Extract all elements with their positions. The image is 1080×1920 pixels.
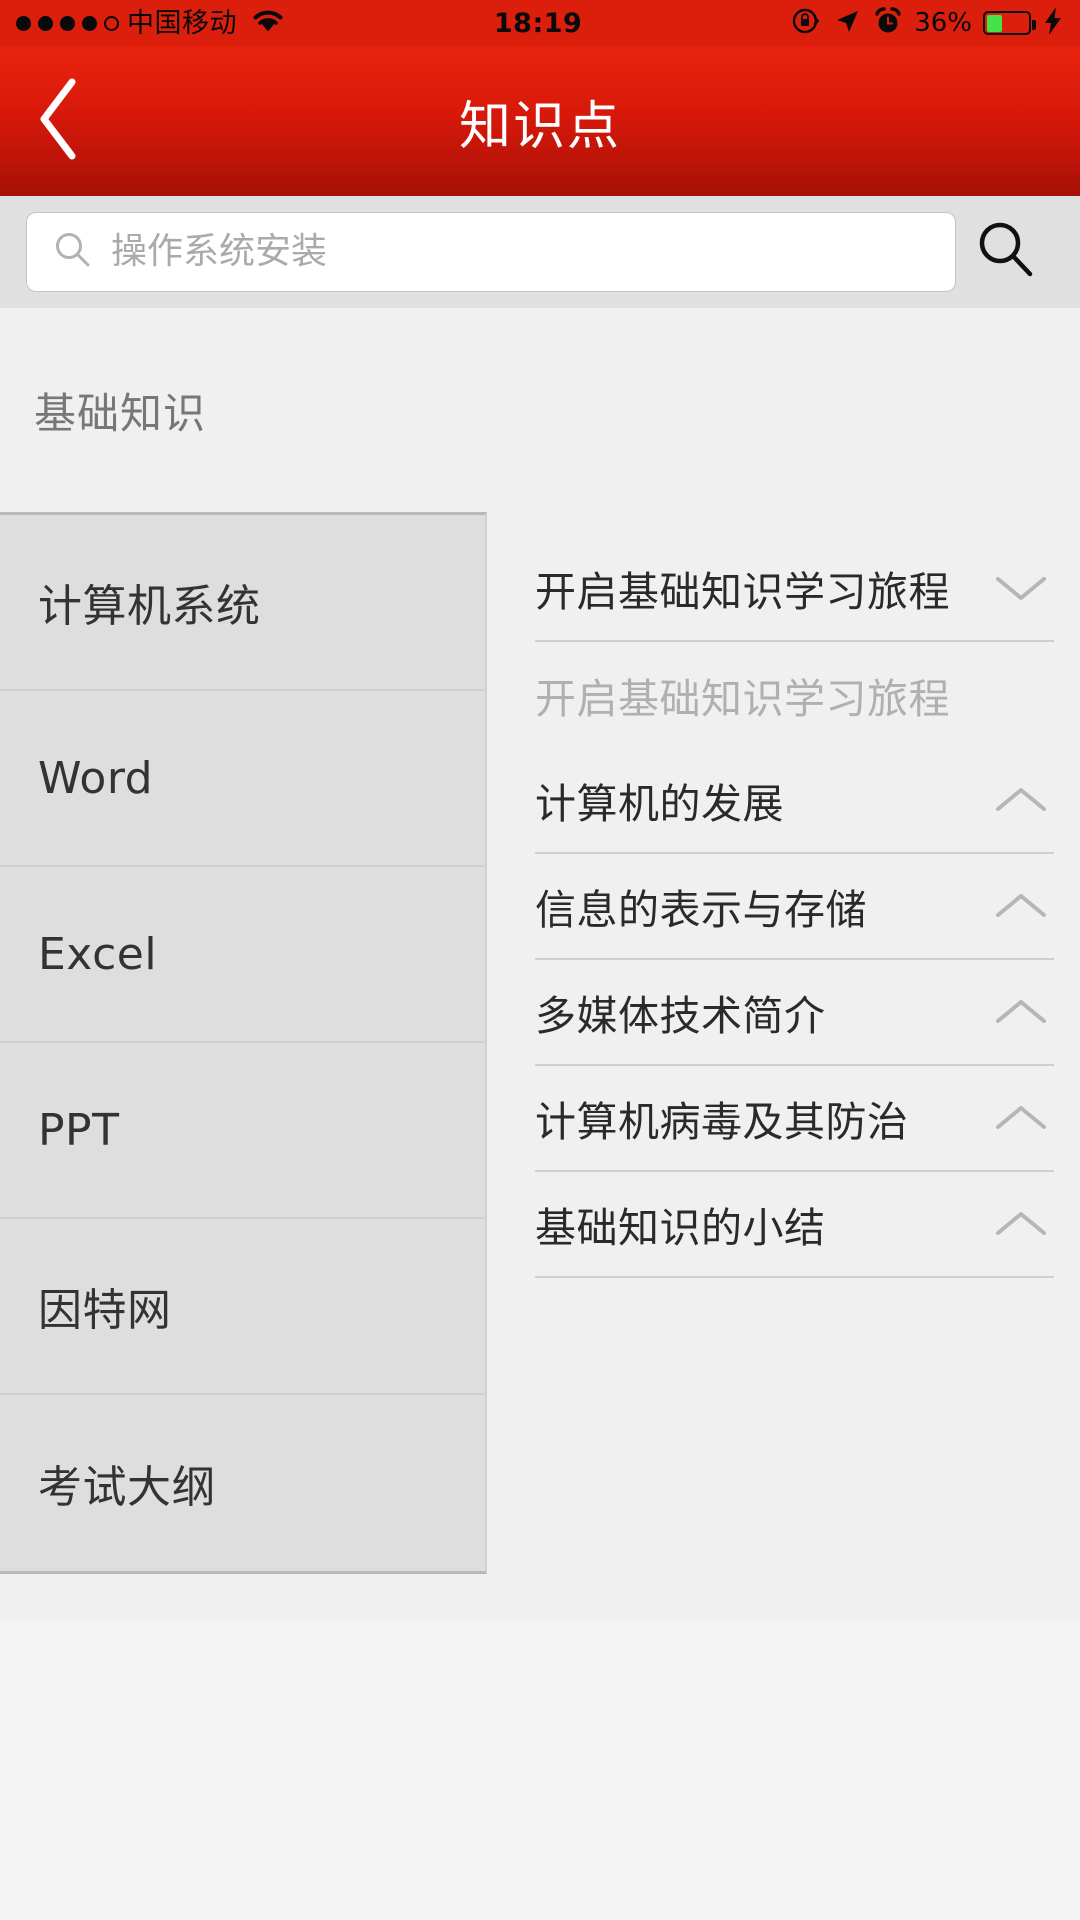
- signal-dot: [82, 15, 97, 31]
- chevron-up-icon[interactable]: [988, 1199, 1054, 1249]
- status-bar-clock: 18:19: [493, 7, 583, 39]
- chevron-placeholder: [988, 670, 1054, 720]
- sidebar-item-label: Excel: [38, 928, 158, 980]
- chevron-up-icon[interactable]: [988, 1093, 1054, 1143]
- topic-row[interactable]: 计算机的发展: [535, 748, 1054, 854]
- sidebar-item-label: Word: [38, 752, 154, 804]
- rotation-lock-icon: [791, 6, 821, 40]
- search-placeholder: 操作系统安装: [111, 231, 328, 272]
- search-input[interactable]: 操作系统安装: [26, 212, 956, 292]
- battery-icon: [983, 11, 1036, 35]
- search-submit-button[interactable]: [956, 207, 1054, 297]
- topic-label: 基础知识的小结: [535, 1204, 826, 1252]
- topic-row[interactable]: 基础知识的小结: [535, 1172, 1054, 1278]
- topic-row[interactable]: 开启基础知识学习旅程: [535, 536, 1054, 642]
- status-bar-left: 中国移动: [16, 8, 285, 38]
- battery-percent-label: 36%: [914, 8, 972, 38]
- search-icon: [51, 229, 93, 275]
- sidebar-item-exam-syllabus[interactable]: 考试大纲: [0, 1395, 485, 1571]
- lightning-bolt-icon: [1042, 6, 1064, 40]
- topic-label: 开启基础知识学习旅程: [535, 675, 950, 723]
- signal-dot: [38, 15, 53, 31]
- carrier-label: 中国移动: [127, 7, 237, 39]
- app-screen: 中国移动 18:19 36% 知识点 操作系统安装 基础知识 计算机系统 Wor…: [0, 0, 1080, 1920]
- status-bar: 中国移动 18:19 36%: [0, 0, 1080, 46]
- signal-dot: [16, 15, 31, 31]
- sidebar-item-label: PPT: [38, 1104, 120, 1156]
- topic-label: 多媒体技术简介: [535, 992, 826, 1040]
- search-bar: 操作系统安装: [0, 196, 1080, 308]
- location-arrow-icon: [832, 6, 862, 40]
- topic-label: 开启基础知识学习旅程: [535, 568, 950, 616]
- signal-dot-empty: [104, 15, 119, 31]
- page-title: 知识点: [458, 96, 621, 157]
- sidebar-item-internet[interactable]: 因特网: [0, 1219, 485, 1395]
- topic-label: 信息的表示与存储: [535, 886, 867, 934]
- wifi-icon: [251, 8, 285, 38]
- topic-subitem[interactable]: 开启基础知识学习旅程: [535, 642, 1054, 748]
- topic-list-panel: 开启基础知识学习旅程 开启基础知识学习旅程 计算机的发展信息的表示与存储 多媒体技术简…: [487, 512, 1080, 1620]
- topic-row[interactable]: 计算机病毒及其防治: [535, 1066, 1054, 1172]
- chevron-up-icon[interactable]: [988, 775, 1054, 825]
- app-header: 知识点: [0, 46, 1080, 196]
- topic-label: 计算机病毒及其防治: [535, 1098, 909, 1146]
- back-button[interactable]: [14, 73, 102, 169]
- status-bar-right: 36%: [791, 6, 1064, 40]
- chevron-left-icon: [32, 76, 84, 166]
- sidebar-item-ppt[interactable]: PPT: [0, 1043, 485, 1219]
- empty-footer-area: [0, 1620, 1080, 1920]
- sidebar-item-label: 因特网: [38, 1285, 172, 1336]
- sidebar-item-word[interactable]: Word: [0, 691, 485, 867]
- sidebar-item-label: 考试大纲: [38, 1462, 216, 1513]
- battery-fill: [986, 14, 1003, 32]
- chevron-up-icon[interactable]: [988, 987, 1054, 1037]
- search-icon: [972, 217, 1038, 287]
- chevron-down-icon[interactable]: [988, 563, 1054, 613]
- topic-row[interactable]: 信息的表示与存储: [535, 854, 1054, 960]
- alarm-clock-icon: [873, 6, 903, 40]
- sidebar-item-computer-system[interactable]: 计算机系统: [0, 515, 485, 691]
- section-header: 基础知识: [0, 308, 1080, 512]
- sidebar-item-label: 计算机系统: [38, 581, 261, 632]
- section-title: 基础知识: [34, 388, 207, 438]
- signal-strength-dots: [16, 15, 119, 31]
- content-body: 计算机系统 Word Excel PPT 因特网考试大纲 开启基础知识学习旅程 开启基础知…: [0, 512, 1080, 1620]
- topic-label: 计算机的发展: [535, 780, 784, 828]
- sidebar-item-excel[interactable]: Excel: [0, 867, 485, 1043]
- category-sidebar: 计算机系统 Word Excel PPT 因特网考试大纲: [0, 512, 487, 1574]
- status-bar-center: 18:19: [285, 8, 791, 39]
- signal-dot: [60, 15, 75, 31]
- chevron-up-icon[interactable]: [988, 881, 1054, 931]
- topic-row[interactable]: 多媒体技术简介: [535, 960, 1054, 1066]
